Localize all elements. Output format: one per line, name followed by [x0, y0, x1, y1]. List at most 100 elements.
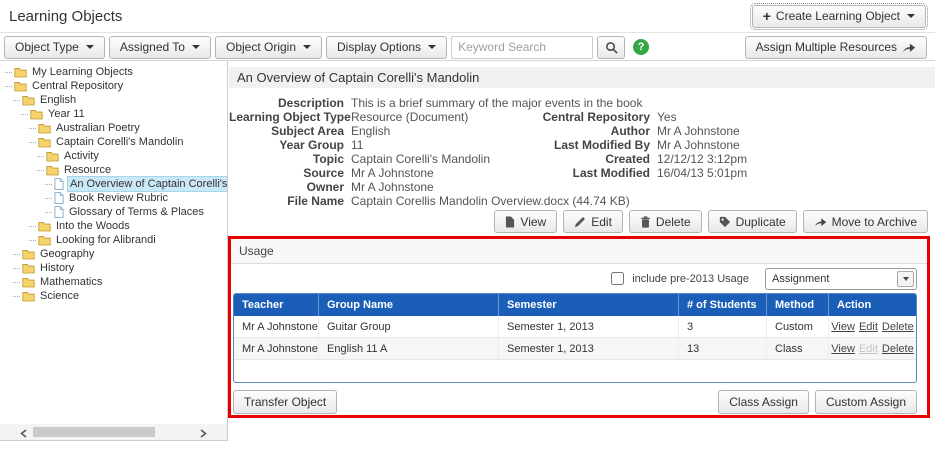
tree-item-label[interactable]: Central Repository [30, 79, 125, 93]
detail-field-row: Author Mr A Johnstone [505, 124, 747, 138]
field-value: Mr A Johnstone [351, 166, 434, 180]
tree-connector [13, 296, 20, 297]
detail-action-button[interactable]: Move to Archive [803, 210, 928, 233]
search-button[interactable] [597, 36, 625, 59]
include-pre-2013-checkbox[interactable] [611, 272, 624, 285]
tree-item-label[interactable]: Activity [62, 149, 101, 163]
detail-action-button[interactable]: Edit [563, 210, 623, 233]
folder-icon [46, 165, 59, 176]
view-link[interactable]: View [831, 338, 855, 359]
custom-assign-button[interactable]: Custom Assign [815, 390, 917, 414]
delete-link[interactable]: Delete [882, 338, 914, 359]
filter-dropdown-button[interactable]: Display Options [326, 36, 447, 59]
filter-dropdown-button[interactable]: Object Type [4, 36, 105, 59]
tree-item[interactable]: Book Review Rubric [0, 191, 227, 205]
scroll-right-icon[interactable] [200, 427, 207, 441]
tree-item-label[interactable]: Into the Woods [54, 219, 132, 233]
select-arrow-box[interactable] [897, 271, 914, 287]
edit-link[interactable]: Edit [859, 316, 878, 337]
tree-item-label[interactable]: Mathematics [38, 275, 104, 289]
scrollbar-thumb[interactable] [33, 427, 155, 437]
tree-item-label[interactable]: An Overview of Captain Corelli's Mandoli… [67, 176, 228, 192]
detail-fields-right: Central Repository Yes Author Mr A Johns… [505, 110, 747, 180]
tree-item-label[interactable]: Australian Poetry [54, 121, 142, 135]
button-label: Assign Multiple Resources [756, 40, 897, 54]
tree-item-label[interactable]: Science [38, 289, 81, 303]
tree-item-label[interactable]: Glossary of Terms & Places [67, 205, 206, 219]
tree-item-label[interactable]: Book Review Rubric [67, 191, 170, 205]
create-learning-object-button[interactable]: Create Learning Object [752, 5, 926, 28]
tree-item[interactable]: Into the Woods [0, 219, 227, 233]
field-label: Year Group [229, 138, 351, 152]
folder-icon [22, 291, 35, 302]
field-label: Subject Area [229, 124, 351, 138]
tree-item[interactable]: Glossary of Terms & Places [0, 205, 227, 219]
detail-field-row: Last Modified By Mr A Johnstone [505, 138, 747, 152]
field-label: Created [505, 152, 657, 166]
tree-item[interactable]: History [0, 261, 227, 275]
scroll-left-icon[interactable] [20, 427, 27, 441]
filter-buttons: Object Type Assigned To Object Origin Di… [4, 36, 447, 59]
column-header: Method [766, 294, 828, 316]
cell-num-students: 3 [678, 316, 766, 337]
assign-multiple-resources-button[interactable]: Assign Multiple Resources [745, 36, 927, 59]
usage-controls: include pre-2013 Usage Assignment [231, 264, 927, 293]
delete-link[interactable]: Delete [882, 316, 914, 337]
class-assign-button[interactable]: Class Assign [718, 390, 809, 414]
chevron-down-icon [428, 45, 436, 49]
tree-item[interactable]: Captain Corelli's Mandolin [0, 135, 227, 149]
detail-action-button[interactable]: View [494, 210, 557, 233]
detail-action-button[interactable]: Duplicate [708, 210, 797, 233]
tree-item[interactable]: Mathematics [0, 275, 227, 289]
tree-item[interactable]: Central Repository [0, 79, 227, 93]
tree-item[interactable]: An Overview of Captain Corelli's Mandoli… [0, 177, 227, 191]
button-label: Custom Assign [826, 395, 906, 409]
usage-table-row: Mr A Johnstone Guitar Group Semester 1, … [234, 316, 916, 338]
usage-type-select[interactable]: Assignment [765, 268, 917, 290]
usage-table-body: Mr A Johnstone Guitar Group Semester 1, … [234, 316, 916, 360]
tree-item-label[interactable]: History [38, 261, 76, 275]
tree-connector [5, 72, 12, 73]
transfer-object-button[interactable]: Transfer Object [233, 390, 337, 414]
button-label: Edit [591, 215, 612, 229]
tree-item[interactable]: Geography [0, 247, 227, 261]
tree-item-label[interactable]: Captain Corelli's Mandolin [54, 135, 185, 149]
tree-item[interactable]: Activity [0, 149, 227, 163]
tree-item-label[interactable]: Resource [62, 163, 113, 177]
tree-connector [13, 100, 20, 101]
tree-connector [37, 156, 44, 157]
tree-item-label[interactable]: English [38, 93, 78, 107]
help-icon[interactable] [633, 39, 649, 55]
magnifier-icon [605, 41, 618, 54]
tree-horizontal-scrollbar[interactable] [0, 424, 227, 440]
tree-item-label[interactable]: Geography [38, 247, 96, 261]
field-value: Captain Corelli's Mandolin [351, 152, 490, 166]
view-link[interactable]: View [831, 316, 855, 337]
tree-item[interactable]: Resource [0, 163, 227, 177]
tree-item[interactable]: Looking for Alibrandi [0, 233, 227, 247]
filter-dropdown-button[interactable]: Object Origin [215, 36, 322, 59]
folder-icon [38, 221, 51, 232]
tree-item[interactable]: Science [0, 289, 227, 303]
field-value: This is a brief summary of the major eve… [351, 96, 642, 110]
keyword-search-input[interactable] [451, 36, 593, 59]
tree-connector [45, 212, 52, 213]
arrow-right-icon [814, 217, 827, 227]
tree-item[interactable]: English [0, 93, 227, 107]
button-label: Display Options [337, 40, 421, 54]
edit-link[interactable]: Edit [859, 338, 878, 359]
usage-footer: Transfer Object Class Assign Custom Assi… [233, 390, 917, 414]
column-header: # of Students [678, 294, 766, 316]
arrow-right-icon [902, 42, 916, 53]
tree-item-label[interactable]: Looking for Alibrandi [54, 233, 158, 247]
tree-item[interactable]: My Learning Objects [0, 65, 227, 79]
tree-item[interactable]: Australian Poetry [0, 121, 227, 135]
tree-connector [29, 128, 36, 129]
column-header: Semester [498, 294, 678, 316]
filter-dropdown-button[interactable]: Assigned To [109, 36, 211, 59]
tree-item-label[interactable]: Year 11 [46, 107, 87, 121]
tree-item-label[interactable]: My Learning Objects [30, 65, 135, 79]
learning-objects-app: Learning Objects Create Learning Object … [0, 0, 935, 451]
tree-item[interactable]: Year 11 [0, 107, 227, 121]
detail-action-button[interactable]: Delete [629, 210, 702, 233]
